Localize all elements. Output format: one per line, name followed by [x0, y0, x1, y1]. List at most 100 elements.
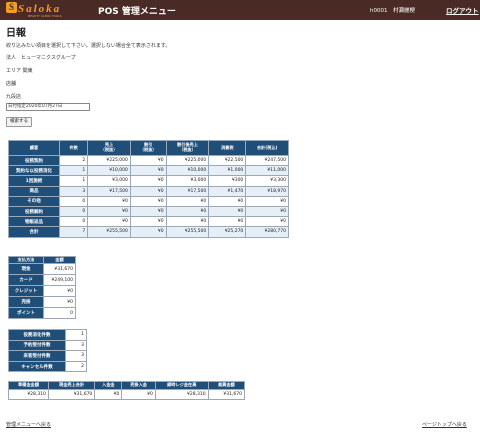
row-label: クレジット — [8, 285, 44, 297]
table-cell: ¥225,000 — [165, 154, 210, 167]
table-cell: ¥255,500 — [87, 226, 131, 238]
col-header: 件数 — [58, 140, 89, 156]
table-cell: 0 — [58, 205, 89, 218]
table-cell: 1 — [58, 175, 89, 187]
table-cell: ¥0 — [129, 165, 167, 177]
table-row: 商品 3 ¥17,500 ¥0 ¥17,500 ¥1,470 ¥18,970 — [8, 185, 289, 197]
row-label: 役務消化件数 — [8, 329, 66, 341]
col-header: 入金金 — [94, 381, 123, 390]
row-label: カード — [8, 274, 44, 286]
col-header: 売上 （税抜） — [87, 140, 131, 156]
col-header: 顧客 — [8, 140, 60, 156]
table-row: 役務契約 2 ¥225,000 ¥0 ¥225,000 ¥22,500 ¥247,500 — [8, 154, 289, 167]
table-cell: 3 — [65, 350, 87, 362]
table-cell: ¥280,770 — [245, 226, 289, 238]
table-row: 予約受付件数 3 — [8, 339, 87, 352]
table-row: 役務消化件数 1 — [8, 329, 87, 341]
table-cell: ¥31,670 — [43, 263, 76, 275]
table-header-row: 準備金金額 現金売上合計 入金金 売掛入金 締時レジ金在高 差異金額 — [8, 381, 246, 390]
table-cell: ¥3,300 — [245, 175, 289, 187]
col-header: 合計(税込) — [245, 140, 289, 156]
table-cell: ¥0 — [165, 205, 210, 218]
table-row: カード ¥249,100 — [8, 274, 76, 286]
table-cell: ¥225,000 — [87, 154, 131, 167]
row-label: その他 — [8, 195, 60, 207]
table-cell: ¥0 — [129, 195, 167, 207]
page-title: 日報 — [6, 28, 26, 39]
table-cell: ¥17,500 — [87, 185, 131, 197]
row-label: 来客受付件数 — [8, 350, 66, 362]
col-header: 支払方法 — [8, 256, 44, 264]
table-row: その他 0 ¥0 ¥0 ¥0 ¥0 ¥0 — [8, 195, 289, 207]
table-cell: ¥17,500 — [165, 185, 210, 197]
page-top-link[interactable]: ページトップへ戻る — [422, 421, 467, 428]
table-cell: 0 — [58, 195, 89, 207]
table-cell: 3 — [58, 185, 89, 197]
filter-area[interactable]: エリア 関東 — [6, 67, 33, 74]
row-label: 商品 — [8, 185, 60, 197]
table-cell: ¥31,670 — [207, 389, 246, 400]
search-button[interactable]: 検索する — [6, 117, 32, 127]
table-cell: ¥0 — [43, 285, 76, 297]
date-field[interactable]: 日付指定2020年07月27日 — [6, 103, 90, 111]
table-cell: ¥249,100 — [43, 274, 76, 286]
col-header-text: 割引後売上 （税抜） — [176, 142, 198, 152]
col-header: 割引後売上 （税抜） — [165, 140, 210, 156]
table-row: 合計 7 ¥255,500 ¥0 ¥255,500 ¥25,270 ¥280,770 — [8, 226, 289, 238]
table-cell: ¥22,500 — [208, 154, 247, 167]
filter-corp[interactable]: 法人 ヒューマニクスグループ — [6, 54, 76, 61]
table-row: 契約な以役務消化 1 ¥10,000 ¥0 ¥10,000 ¥1,000 ¥11,000 — [8, 165, 289, 177]
table-cell: 2 — [58, 154, 89, 167]
row-label: ポイント — [8, 307, 44, 319]
table-row: ポイント 0 — [8, 307, 76, 319]
table-cell: 1 — [58, 165, 89, 177]
table-cell: ¥10,000 — [165, 165, 210, 177]
user-info: h0001 村瀬麗梗 — [370, 8, 415, 14]
row-label: 予約受付件数 — [8, 339, 66, 352]
table-row: ¥28,310 ¥31,670 ¥0 ¥0 ¥28,310 ¥31,670 — [8, 389, 246, 400]
table-cell: ¥0 — [129, 216, 167, 228]
table-cell: ¥3,000 — [165, 175, 210, 187]
back-to-menu-link[interactable]: 管理メニューへ戻る — [6, 421, 51, 428]
row-label: 売掛 — [8, 296, 44, 308]
table-cell: ¥300 — [208, 175, 247, 187]
table-row: 役務解約 0 ¥0 ¥0 ¥0 ¥0 ¥0 — [8, 205, 289, 218]
count-table: 役務消化件数 1 予約受付件数 3 来客受付件数 3 キャンセル件数 2 — [8, 329, 87, 373]
col-header: 現金売上合計 — [47, 381, 96, 390]
top-header-bar: S Saloka BEAUTY CLINIC TOOLS POS 管理メニュー … — [0, 0, 480, 20]
table-row: 現金 ¥31,670 — [8, 263, 76, 275]
table-cell: ¥0 — [87, 216, 131, 228]
table-cell: ¥0 — [129, 175, 167, 187]
col-header: 割引 （税抜） — [129, 140, 167, 156]
table-cell: 7 — [58, 226, 89, 238]
col-header: 売掛入金 — [121, 381, 156, 390]
filter-store-label: 店舗 — [6, 81, 17, 87]
row-label: 契約な以役務消化 — [8, 165, 60, 177]
col-header-text: 割引 （税抜） — [139, 142, 157, 152]
table-row: 売掛 ¥0 — [8, 296, 76, 308]
logo-mark-icon: S — [6, 2, 17, 13]
table-cell: ¥0 — [208, 205, 247, 218]
col-header: 消費税 — [208, 140, 247, 156]
saloka-logo[interactable]: S Saloka BEAUTY CLINIC TOOLS — [6, 2, 86, 18]
table-cell: ¥0 — [245, 195, 289, 207]
table-cell: ¥0 — [129, 185, 167, 197]
table-row: クレジット ¥0 — [8, 285, 76, 297]
table-row: 来客受付件数 3 — [8, 350, 87, 362]
filter-store-value[interactable]: 九段店 — [6, 93, 21, 100]
row-label: 合計 — [8, 226, 60, 238]
table-cell: ¥10,000 — [87, 165, 131, 177]
col-header: 差異金額 — [207, 381, 246, 390]
row-label: 役務解約 — [8, 205, 60, 218]
logout-link[interactable]: ログアウト — [446, 5, 479, 15]
table-cell: ¥1,000 — [208, 165, 247, 177]
col-header: 準備金金額 — [8, 381, 49, 390]
table-cell: ¥25,270 — [208, 226, 247, 238]
table-cell: 2 — [65, 360, 87, 373]
row-label: 物販返品 — [8, 216, 60, 228]
table-row: キャンセル件数 2 — [8, 360, 87, 373]
table-cell: ¥11,000 — [245, 165, 289, 177]
table-header-row: 支払方法 金額 — [8, 256, 76, 264]
table-cell: ¥0 — [94, 389, 123, 400]
table-cell: ¥0 — [208, 195, 247, 207]
